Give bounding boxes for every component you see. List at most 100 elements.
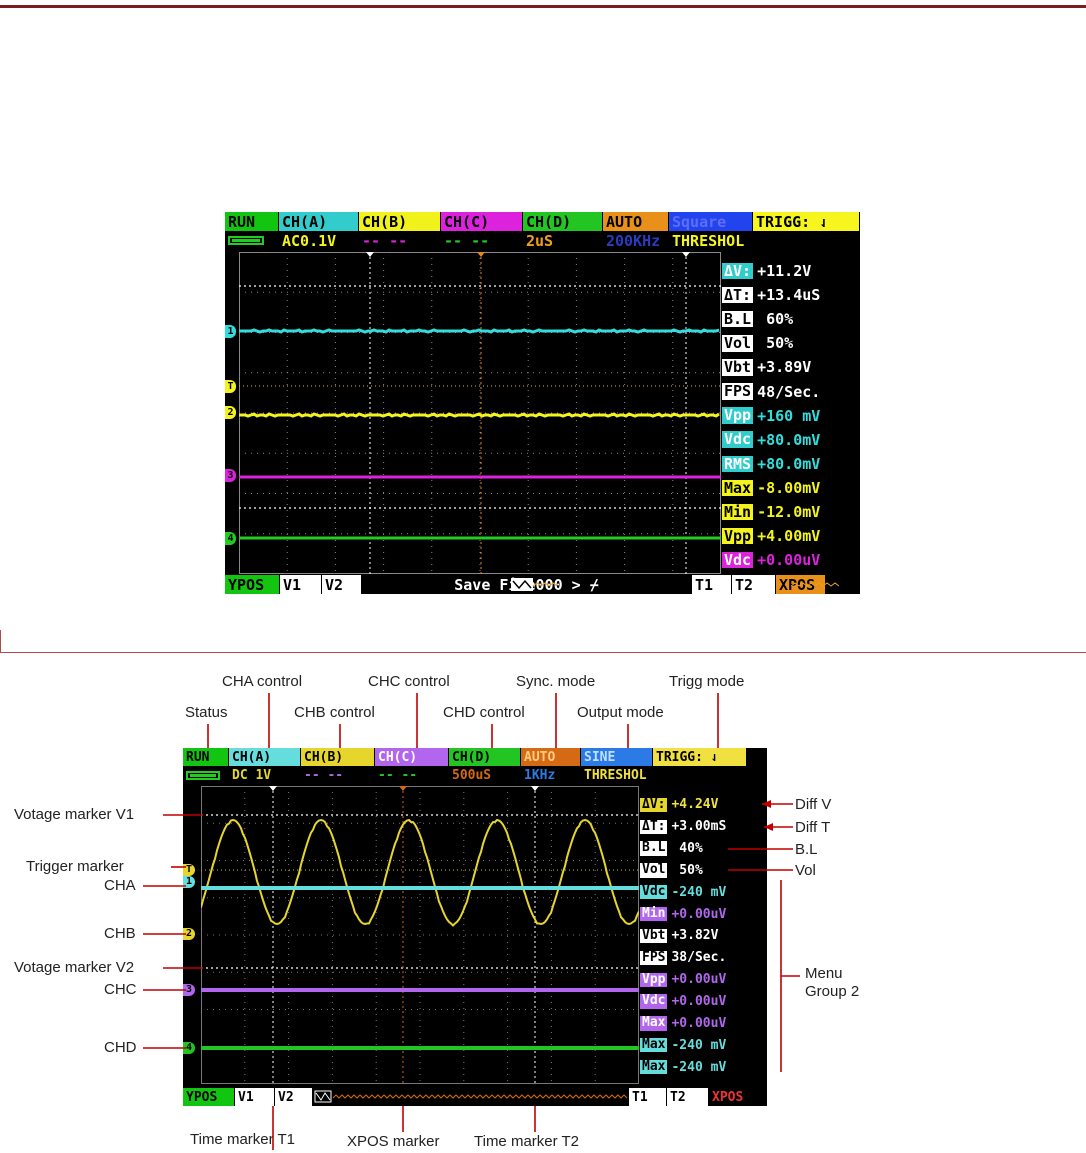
measurement-value: +4.24V (671, 797, 719, 813)
measurement-value: 50% (671, 862, 703, 878)
label-vol: Vol (795, 862, 816, 879)
status-item[interactable]: CH(D) (523, 212, 603, 231)
measurement-value: 60% (757, 310, 794, 329)
status-item[interactable]: TRIGG: ⇃ (653, 748, 747, 766)
measurement-row: Min -12.0mV (722, 500, 860, 524)
measurement-label: Vpp (640, 971, 668, 987)
channel-marker[interactable]: 3 (183, 984, 195, 996)
bottom-menu-bar: YPOSV1V2Save File000 > ⌿T1T2XPOS (225, 575, 839, 594)
measurement-value: -8.00mV (757, 478, 821, 497)
bottom-item[interactable]: T1 (629, 1088, 667, 1106)
measurement-value: +160 mV (757, 406, 821, 425)
status-item[interactable]: CH(D) (449, 748, 521, 766)
xpos-marker-head (399, 786, 407, 791)
status-item[interactable]: Square (669, 212, 753, 231)
measurement-label: Vdc (640, 884, 668, 900)
label-chd-control: CHD control (443, 704, 525, 721)
channel-marker[interactable]: 1 (183, 876, 195, 888)
bottom-item[interactable]: V1 (280, 575, 322, 594)
time-marker-t2-head (682, 252, 690, 257)
status-item[interactable]: RUN (225, 212, 279, 231)
status-item[interactable]: CH(B) (359, 212, 441, 231)
info-item: -- -- (444, 231, 490, 250)
oscilloscope-screen-1: RUN CH(A) CH(B) CH(C) CH(D) AUTO Square TRIGG: … (225, 212, 860, 594)
bottom-item[interactable]: XPOS (709, 1088, 767, 1106)
measurement-row: Vbt +3.82V (640, 925, 767, 947)
measurement-label: Vdc (722, 430, 754, 449)
measurement-row: Vdc +80.0mV (722, 428, 860, 452)
measurement-label: Vdc (640, 993, 668, 1009)
channel-marker[interactable]: 2 (183, 928, 195, 940)
bottom-item[interactable]: V2 (275, 1088, 313, 1106)
measurement-row: Max -8.00mV (722, 476, 860, 500)
label-chb-control: CHB control (294, 704, 375, 721)
measurement-label: ΔV: (640, 796, 668, 813)
label-output-mode: Output mode (577, 704, 664, 721)
info-item (225, 231, 279, 250)
measurement-label: ΔT: (722, 285, 754, 304)
waveform-plot (201, 786, 639, 1084)
label-chd: CHD (104, 1039, 137, 1056)
trace-chb (201, 818, 639, 927)
channel-marker[interactable]: 3 (225, 469, 236, 482)
status-item[interactable]: CH(A) (279, 212, 359, 231)
measurement-value: +0.00uV (671, 906, 727, 922)
bottom-item[interactable]: YPOS (225, 575, 280, 594)
trace-chb (239, 412, 720, 418)
channel-marker[interactable]: 2 (225, 406, 236, 419)
trace-cha (239, 328, 720, 334)
measurement-row: Min +0.00uV (640, 903, 767, 925)
status-item[interactable]: RUN (183, 748, 229, 766)
bottom-item[interactable]: YPOS (183, 1088, 235, 1106)
status-item[interactable]: CH(B) (301, 748, 375, 766)
bottom-item[interactable]: T2 (667, 1088, 709, 1106)
label-diff-t: Diff T (795, 819, 831, 836)
status-item[interactable]: CH(C) (441, 212, 523, 231)
bottom-item[interactable]: Save File000 > ⌿ (362, 575, 839, 594)
measurement-row: Vol 50% (722, 331, 860, 355)
info-item: 2uS (526, 231, 554, 250)
channel-marker[interactable]: 1 (225, 325, 236, 338)
status-item[interactable]: AUTO (603, 212, 669, 231)
label-xpos-marker: XPOS marker (347, 1133, 440, 1150)
measurement-value: +80.0mV (757, 454, 821, 473)
info-item: THRESHOL (584, 767, 647, 783)
status-bar: RUN CH(A) CH(B) CH(C) CH(D) AUTO Square TRIGG: … (225, 212, 860, 231)
label-chc: CHC (104, 981, 137, 998)
label-bl: B.L (795, 841, 818, 858)
bottom-item[interactable]: V1 (235, 1088, 275, 1106)
measurement-row: Max +0.00uV (640, 1013, 767, 1035)
battery-icon (186, 770, 220, 780)
measurement-value: +4.00mV (757, 527, 821, 546)
measurement-label: Vbt (640, 927, 668, 944)
measurement-label: B.L (640, 840, 668, 856)
channel-marker[interactable]: T (183, 864, 195, 876)
measurement-row: ΔV: +11.2V (722, 259, 860, 283)
measurement-row: Vdc +0.00uV (722, 548, 860, 572)
status-item[interactable]: TRIGG: ⇃ (753, 212, 860, 231)
channel-marker[interactable]: 4 (183, 1042, 195, 1054)
bottom-item[interactable]: V2 (322, 575, 362, 594)
label-trigg-mode: Trigg mode (669, 673, 745, 690)
bottom-item[interactable] (313, 1088, 629, 1106)
status-item[interactable]: CH(A) (229, 748, 301, 766)
label-time-marker-t2: Time marker T2 (474, 1133, 580, 1150)
status-item[interactable]: CH(C) (375, 748, 449, 766)
info-bar: AC0.1V -- -- -- -- 2uS 200KHz THRESHOL (225, 231, 753, 250)
measurement-label: Vol (640, 862, 668, 878)
waveform-plot (239, 252, 721, 574)
status-item[interactable]: AUTO (521, 748, 581, 766)
label-voltage-marker-v1: Votage marker V1 (14, 806, 135, 823)
channel-marker[interactable]: 4 (225, 532, 236, 545)
channel-marker[interactable]: T (225, 380, 236, 393)
measurement-label: Vbt (722, 358, 754, 377)
measurement-label: B.L (722, 309, 754, 328)
status-item[interactable]: SINE (581, 748, 653, 766)
label-cha-control: CHA control (222, 673, 303, 690)
label-trigger-marker: Trigger marker (26, 858, 124, 875)
info-item: THRESHOL (672, 231, 745, 250)
measurement-row: Max -240 mV (640, 1056, 767, 1078)
oscilloscope-screen-2: RUN CH(A) CH(B) CH(C) CH(D) AUTO SINE TRIGG: ⇃ … (183, 748, 767, 1106)
measurement-label: RMS (722, 454, 754, 473)
measurement-label: Max (640, 1015, 668, 1031)
